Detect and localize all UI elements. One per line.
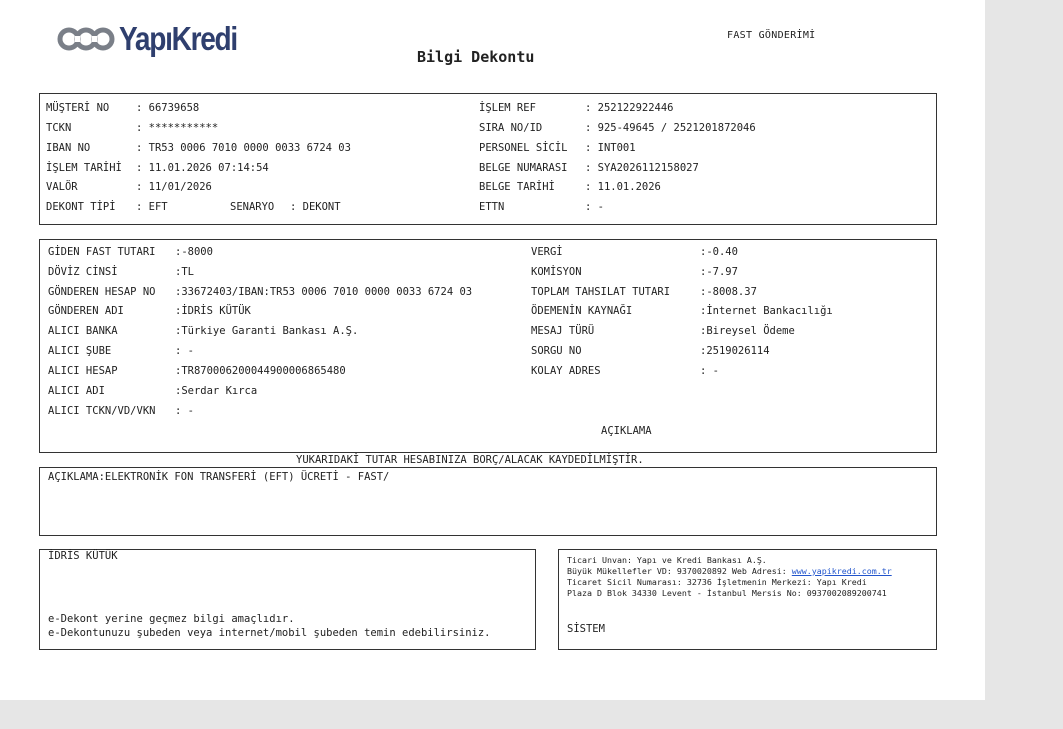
doviz-label: DÖVİZ CİNSİ — [48, 266, 118, 278]
bank-address-line: Plaza D Blok 34330 Levent - İstanbul Mer… — [567, 588, 887, 598]
alici-tckn-value: : - — [175, 405, 194, 417]
receipt-page: YapıKredi FAST GÖNDERİMİ Bilgi Dekontu M… — [0, 0, 985, 700]
gonderen-hesap-label: GÖNDEREN HESAP NO — [48, 286, 156, 298]
toplam-value: :-8008.37 — [700, 286, 757, 298]
info-note-1: e-Dekont yerine geçmez bilgi amaçlıdır. — [48, 613, 295, 625]
odeme-label: ÖDEMENİN KAYNAĞI — [531, 305, 633, 317]
tutar-label: GİDEN FAST TUTARI — [48, 246, 156, 258]
personel-label: PERSONEL SİCİL — [479, 142, 568, 154]
alici-sube-value: : - — [175, 345, 194, 357]
komisyon-label: KOMİSYON — [531, 266, 582, 278]
alici-adi-value: :Serdar Kırca — [175, 385, 258, 397]
page-title: Bilgi Dekontu — [417, 48, 535, 66]
gonderen-hesap-value: :33672403/IBAN:TR53 0006 7010 0000 0033 … — [175, 286, 473, 298]
belge-tarihi-label: BELGE TARİHİ — [479, 181, 555, 193]
mesaj-label: MESAJ TÜRÜ — [531, 325, 595, 337]
kolay-value: : - — [700, 365, 719, 377]
transfer-details-box — [39, 239, 937, 453]
dekont-tipi-label: DEKONT TİPİ — [46, 201, 116, 213]
mesaj-value: :Bireysel Ödeme — [700, 325, 795, 337]
aciklama-heading: AÇIKLAMA — [601, 425, 652, 437]
bank-title: Ticari Unvan: Yapı ve Kredi Bankası A.Ş. — [567, 555, 767, 565]
sira-no-label: SIRA NO/ID — [479, 122, 543, 134]
islem-tarihi-value: : 11.01.2026 07:14:54 — [136, 162, 269, 174]
alici-adi-label: ALICI ADI — [48, 385, 105, 397]
islem-ref-value: : 252122922446 — [585, 102, 674, 114]
customer-name: İDRİS KÜTÜK — [48, 550, 118, 562]
ettn-label: ETTN — [479, 201, 505, 213]
vergi-label: VERGİ — [531, 246, 563, 258]
senaryo-value: : DEKONT — [290, 201, 341, 213]
alici-banka-value: :Türkiye Garanti Bankası A.Ş. — [175, 325, 359, 337]
islem-tarihi-label: İŞLEM TARİHİ — [46, 162, 122, 174]
alici-hesap-value: :TR870006200044900006865480 — [175, 365, 346, 377]
personel-value: : INT001 — [585, 142, 636, 154]
tckn-value: : *********** — [136, 122, 219, 134]
odeme-value: :İnternet Bankacılığı — [700, 305, 833, 317]
bank-vd-text: Büyük Mükellefler VD: 9370020892 Web Adr… — [567, 566, 792, 576]
document-type: FAST GÖNDERİMİ — [727, 30, 816, 41]
gonderen-adi-label: GÖNDEREN ADI — [48, 305, 124, 317]
brand-logo: YapıKredi — [57, 20, 258, 58]
system-label: SİSTEM — [567, 623, 605, 635]
website-link[interactable]: www.yapikredi.com.tr — [792, 566, 892, 576]
dekont-tipi-value: : EFT — [136, 201, 168, 213]
bank-vd-line: Büyük Mükellefler VD: 9370020892 Web Adr… — [567, 566, 892, 577]
alici-banka-label: ALICI BANKA — [48, 325, 118, 337]
description-text: AÇIKLAMA:ELEKTRONİK FON TRANSFERİ (EFT) … — [48, 471, 390, 483]
valor-label: VALÖR — [46, 181, 78, 193]
info-note-2: e-Dekontunuzu şubeden veya internet/mobi… — [48, 627, 491, 639]
alici-hesap-label: ALICI HESAP — [48, 365, 118, 377]
bank-registry-line: Ticaret Sicil Numarası: 32736 İşletmenin… — [567, 577, 867, 587]
alici-sube-label: ALICI ŞUBE — [48, 345, 112, 357]
belge-tarihi-value: : 11.01.2026 — [585, 181, 661, 193]
gonderen-adi-value: :İDRİS KÜTÜK — [175, 305, 251, 317]
tutar-value: :-8000 — [175, 246, 213, 258]
sorgu-label: SORGU NO — [531, 345, 582, 357]
valor-value: : 11/01/2026 — [136, 181, 212, 193]
toplam-label: TOPLAM TAHSILAT TUTARI — [531, 286, 671, 298]
senaryo-label: SENARYO — [230, 201, 275, 213]
belge-no-value: : SYA2026112158027 — [585, 162, 699, 174]
iban-value: : TR53 0006 7010 0000 0033 6724 03 — [136, 142, 351, 154]
komisyon-value: :-7.97 — [700, 266, 738, 278]
sira-no-value: : 925-49645 / 2521201872046 — [585, 122, 756, 134]
kolay-label: KOLAY ADRES — [531, 365, 601, 377]
musteri-no-label: MÜŞTERİ NO — [46, 102, 110, 114]
doviz-value: :TL — [175, 266, 194, 278]
sorgu-value: :2519026114 — [700, 345, 770, 357]
debit-notice: YUKARIDAKİ TUTAR HESABINIZA BORÇ/ALACAK … — [296, 454, 644, 466]
musteri-no-value: : 66739658 — [136, 102, 200, 114]
tckn-label: TCKN — [46, 122, 72, 134]
brand-name: YapıKredi — [119, 20, 238, 57]
ettn-value: : - — [585, 201, 604, 213]
iban-label: IBAN NO — [46, 142, 91, 154]
yapikredi-logo-icon — [57, 27, 115, 51]
islem-ref-label: İŞLEM REF — [479, 102, 536, 114]
belge-no-label: BELGE NUMARASI — [479, 162, 568, 174]
alici-tckn-label: ALICI TCKN/VD/VKN — [48, 405, 156, 417]
vergi-value: :-0.40 — [700, 246, 738, 258]
